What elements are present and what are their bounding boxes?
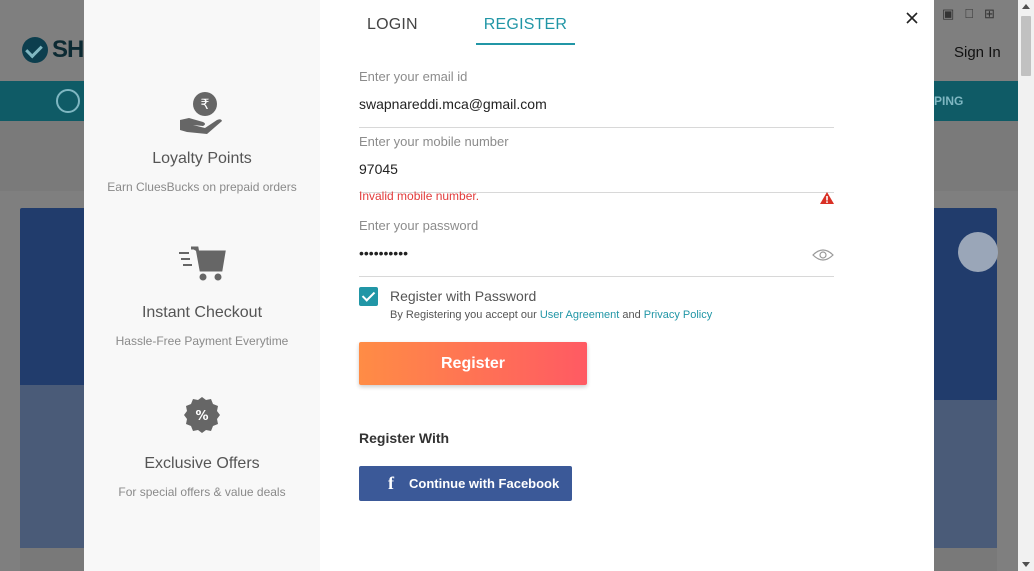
- register-button[interactable]: Register: [359, 342, 587, 385]
- email-field: Enter your email id swapnareddi.mca@gmai…: [359, 69, 834, 128]
- close-button[interactable]: [902, 8, 922, 28]
- mobile-error-message: Invalid mobile number.: [359, 189, 480, 203]
- nav-check-icon: [56, 89, 80, 113]
- svg-text:₹: ₹: [201, 97, 210, 113]
- cart-icon: [177, 244, 227, 294]
- svg-text:%: %: [195, 409, 208, 424]
- register-with-password-checkbox[interactable]: [359, 287, 378, 306]
- close-icon[interactable]: [902, 8, 922, 28]
- tab-login[interactable]: LOGIN: [359, 0, 426, 45]
- agreement-prefix: By Registering you accept our: [390, 309, 540, 321]
- email-label: Enter your email id: [359, 69, 468, 84]
- feature-loyalty-points: ₹ Loyalty Points Earn CluesBucks on prep…: [84, 90, 320, 194]
- facebook-icon: f: [388, 473, 394, 493]
- password-label: Enter your password: [359, 218, 479, 233]
- page-scrollbar[interactable]: [1018, 0, 1034, 571]
- banner-city-left: [20, 385, 84, 548]
- benefits-panel: ₹ Loyalty Points Earn CluesBucks on prep…: [84, 0, 320, 571]
- app-download-icons: ▣  ⊞: [942, 6, 995, 22]
- banner-cloud: [958, 232, 998, 272]
- mobile-label: Enter your mobile number: [359, 134, 509, 149]
- scroll-up-arrow-icon[interactable]: [1022, 4, 1030, 9]
- signin-link: Sign In: [954, 44, 1001, 61]
- password-field: Enter your password ••••••••••: [359, 218, 834, 277]
- register-with-password-label[interactable]: Register with Password: [390, 288, 536, 304]
- privacy-policy-link[interactable]: Privacy Policy: [644, 309, 712, 321]
- feature-title: Loyalty Points: [152, 150, 252, 167]
- warning-icon: [820, 191, 834, 209]
- facebook-button-label: Continue with Facebook: [409, 476, 560, 491]
- feature-title: Exclusive Offers: [144, 455, 260, 472]
- mobile-field: Enter your mobile number 97045: [359, 134, 834, 193]
- feature-exclusive-offers: % Exclusive Offers For special offers & …: [84, 395, 320, 499]
- email-input[interactable]: swapnareddi.mca@gmail.com: [359, 96, 834, 128]
- logo-check-icon: [22, 37, 48, 63]
- password-input[interactable]: ••••••••••: [359, 245, 834, 277]
- nav-shipping-text: PING: [934, 94, 964, 108]
- scroll-down-arrow-icon[interactable]: [1022, 562, 1030, 567]
- auth-tabs: LOGIN REGISTER: [359, 0, 576, 45]
- feature-instant-checkout: Instant Checkout Hassle-Free Payment Eve…: [84, 244, 320, 348]
- android-icon: ▣: [942, 6, 955, 21]
- rupee-hand-icon: ₹: [177, 90, 227, 140]
- percent-badge-icon: %: [177, 395, 227, 445]
- register-with-heading: Register With: [359, 430, 450, 446]
- windows-icon: ⊞: [974, 6, 995, 21]
- show-password-eye-icon[interactable]: [812, 248, 834, 267]
- facebook-login-button[interactable]: f Continue with Facebook: [359, 466, 572, 501]
- user-agreement-link[interactable]: User Agreement: [540, 309, 619, 321]
- apple-icon: : [964, 6, 974, 22]
- feature-title: Instant Checkout: [141, 304, 263, 321]
- agreement-text: By Registering you accept our User Agree…: [390, 309, 712, 321]
- feature-desc: For special offers & value deals: [118, 485, 286, 499]
- scroll-thumb[interactable]: [1021, 16, 1031, 76]
- agreement-and: and: [619, 309, 644, 321]
- feature-desc: Hassle-Free Payment Everytime: [115, 334, 289, 348]
- banner-city-right: [934, 400, 997, 548]
- auth-modal: ₹ Loyalty Points Earn CluesBucks on prep…: [84, 0, 934, 571]
- feature-desc: Earn CluesBucks on prepaid orders: [107, 180, 297, 194]
- tab-register[interactable]: REGISTER: [475, 0, 576, 45]
